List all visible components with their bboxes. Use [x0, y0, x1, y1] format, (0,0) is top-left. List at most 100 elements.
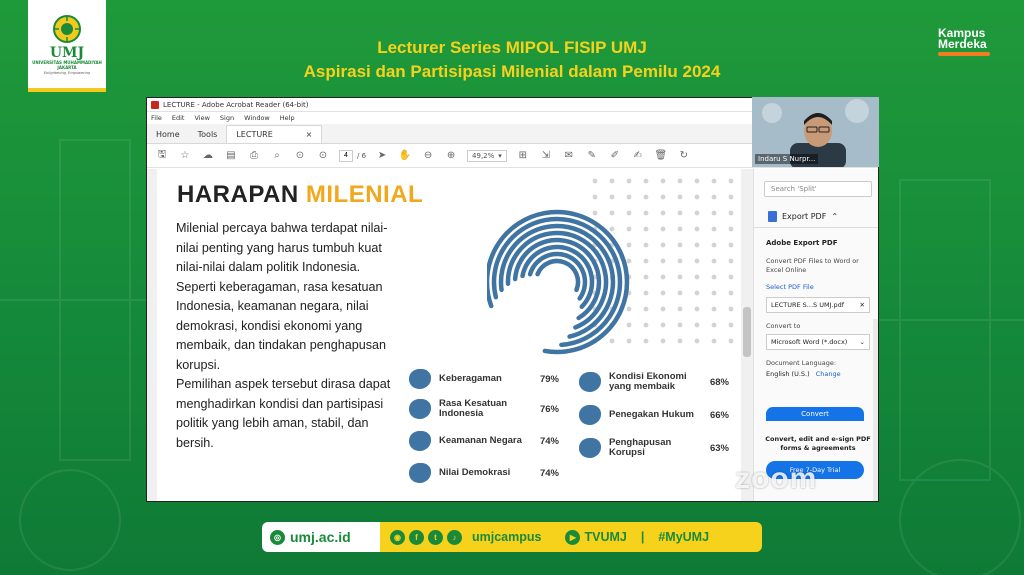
save-icon[interactable]: 🖫 [155, 149, 169, 163]
print-icon[interactable]: ⎙ [247, 149, 261, 163]
pdf-page: HARAPAN MILENIAL Milenial percaya bahwa … [157, 169, 741, 501]
tab-close-icon[interactable]: × [306, 130, 313, 139]
tab-document[interactable]: LECTURE × [226, 125, 323, 143]
zoom-out-icon[interactable]: ⊖ [421, 149, 435, 163]
decor-dot [660, 258, 666, 264]
menu-view[interactable]: View [194, 114, 209, 122]
legend-item-ekonomi: Kondisi Ekonomi yang membaik 68% [579, 372, 729, 392]
decor-dot [660, 178, 666, 184]
youtube-channel: TVUMJ [584, 530, 627, 544]
scroll-mode-icon[interactable]: ⇲ [539, 149, 553, 163]
decor-dot [609, 178, 615, 184]
zoom-watermark: zoom [735, 462, 818, 495]
zoom-level-select[interactable]: 49,2% ▾ [467, 149, 507, 162]
next-page-icon[interactable]: ⊙ [316, 149, 330, 163]
legend-blob [579, 405, 601, 425]
search-icon[interactable]: ⌕ [270, 149, 284, 163]
tab-home[interactable]: Home [147, 125, 189, 143]
kampus-merdeka-bar [938, 52, 990, 56]
document-scrollbar[interactable] [741, 169, 753, 501]
decor-dot [660, 242, 666, 248]
decor-dot [694, 274, 700, 280]
chevron-down-icon: ▾ [498, 151, 502, 160]
decor-dot [677, 194, 683, 200]
select-cursor-icon[interactable]: ➤ [375, 149, 389, 163]
decor-dot [728, 290, 734, 296]
change-language-link[interactable]: Change [816, 370, 841, 378]
tab-tools[interactable]: Tools [189, 125, 227, 143]
legend-label: Penghapusan Korupsi [609, 437, 672, 458]
decor-dot [711, 322, 717, 328]
decor-dot [694, 322, 700, 328]
menu-window[interactable]: Window [244, 114, 270, 122]
convert-button[interactable]: Convert [766, 407, 864, 421]
decor-dot [592, 178, 598, 184]
decor-dot [728, 322, 734, 328]
rotate-icon[interactable]: ↻ [677, 149, 691, 163]
divider [754, 227, 878, 228]
export-pdf-label: Export PDF [782, 212, 827, 221]
comment-icon[interactable]: ✉ [562, 149, 576, 163]
decor-dot [694, 242, 700, 248]
scrollbar-thumb[interactable] [743, 307, 751, 357]
decor-dot [660, 306, 666, 312]
decor-dot [728, 226, 734, 232]
page-number-input[interactable] [339, 149, 353, 162]
tools-pane-scrollbar[interactable] [873, 319, 878, 501]
draw-icon[interactable]: ✐ [608, 149, 622, 163]
fill-sign-icon[interactable]: ✍ [631, 149, 645, 163]
doc-language-value: English (U.S.) [766, 370, 810, 378]
delete-icon[interactable]: 🗑 [654, 149, 668, 163]
tools-search-input[interactable]: Search 'Split' [764, 181, 872, 197]
prev-page-icon[interactable]: ⊙ [293, 149, 307, 163]
youtube-icon: ▶ [565, 529, 581, 545]
menu-help[interactable]: Help [280, 114, 295, 122]
decor-dot [660, 290, 666, 296]
menu-file[interactable]: File [151, 114, 162, 122]
menu-sign[interactable]: Sign [220, 114, 234, 122]
remove-file-icon[interactable]: ✕ [860, 301, 865, 309]
decor-dot [711, 178, 717, 184]
decor-dot [660, 322, 666, 328]
document-icon[interactable]: ▤ [224, 149, 238, 163]
slide-title-dark: HARAPAN [177, 181, 299, 208]
select-pdf-link[interactable]: Select PDF File [766, 283, 814, 291]
decor-dot [711, 258, 717, 264]
participant-name: Indaru S Nurpr... [755, 154, 819, 164]
fit-page-icon[interactable]: ⊞ [516, 149, 530, 163]
decor-dot [677, 290, 683, 296]
slide-paragraph-2: Seperti keberagaman, rasa kesatuan Indon… [176, 279, 387, 372]
chevron-up-icon[interactable]: ⌃ [831, 212, 838, 221]
convert-to-label: Convert to [766, 322, 801, 330]
legend-value: 79% [539, 373, 559, 385]
document-area: HARAPAN MILENIAL Milenial percaya bahwa … [147, 169, 753, 501]
convert-to-select[interactable]: Microsoft Word (*.docx) ⌄ [766, 334, 870, 350]
slide-title-accent: MILENIAL [305, 181, 424, 208]
export-heading: Adobe Export PDF [766, 239, 838, 247]
decor-dot [694, 210, 700, 216]
legend-blob [409, 399, 431, 419]
upload-cloud-icon[interactable]: ☁ [201, 149, 215, 163]
legend-item-rasa-kesatuan: Rasa Kesatuan Indonesia 76% [409, 399, 559, 419]
legend-label: Nilai Demokrasi [439, 467, 511, 478]
decor-dot [711, 290, 717, 296]
highlight-pen-icon[interactable]: ✎ [585, 149, 599, 163]
zoom-in-icon[interactable]: ⊕ [444, 149, 458, 163]
event-subtitle: Aspirasi dan Partisipasi Milenial dalam … [303, 62, 721, 81]
legend-value: 74% [539, 435, 559, 447]
bookmark-star-icon[interactable]: ☆ [178, 149, 192, 163]
legend-item-keamanan: Keamanan Negara 74% [409, 431, 559, 451]
doc-language-label: Document Language: [766, 359, 837, 367]
decor-dot [660, 338, 666, 344]
decor-dot [677, 322, 683, 328]
menu-edit[interactable]: Edit [172, 114, 185, 122]
decor-dot [677, 306, 683, 312]
decor-dot [660, 194, 666, 200]
legend-label: Keamanan Negara [439, 435, 522, 446]
export-pdf-tool[interactable]: Export PDF ⌃ [768, 211, 838, 222]
legend-label: Rasa Kesatuan Indonesia [439, 398, 508, 419]
hand-tool-icon[interactable]: ✋ [398, 149, 412, 163]
concentric-arc-graphic [487, 209, 630, 355]
decor-dot [694, 290, 700, 296]
decor-dot [711, 210, 717, 216]
